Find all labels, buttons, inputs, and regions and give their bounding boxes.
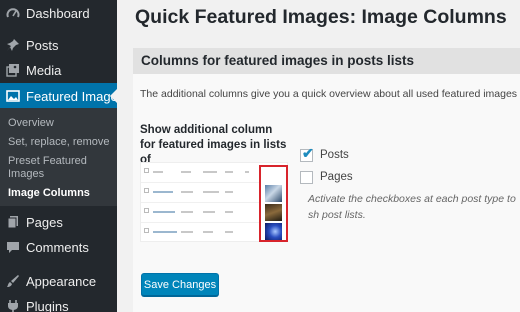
section-header: Columns for featured images in posts lis… — [133, 48, 520, 74]
sidebar-item-dashboard[interactable]: Dashboard — [0, 0, 117, 26]
sidebar-item-label: Plugins — [26, 298, 69, 312]
sidebar-item-plugins[interactable]: Plugins — [0, 293, 117, 312]
preview-text-line — [153, 211, 175, 213]
sidebar-item-posts[interactable]: Posts — [0, 32, 117, 58]
featured-images-submenu: Overview Set, replace, remove Preset Fea… — [0, 108, 117, 206]
settings-section: The additional columns give you a quick … — [133, 74, 520, 312]
sidebar-item-label: Pages — [26, 214, 63, 230]
submenu-item-overview[interactable]: Overview — [8, 117, 116, 130]
preview-text-line — [225, 231, 233, 233]
sidebar-item-label: Posts — [26, 37, 59, 53]
sidebar-item-pages[interactable]: Pages — [0, 209, 117, 235]
posts-checkbox-label[interactable]: Posts — [320, 149, 349, 161]
section-title: Columns for featured images in posts lis… — [141, 53, 415, 68]
media-icon — [6, 63, 20, 77]
sidebar-item-featured-images[interactable]: Featured Images — [0, 83, 124, 109]
pages-option: Pages — [300, 169, 353, 185]
preview-text-line — [153, 231, 177, 233]
preview-text-line — [203, 171, 217, 173]
preview-thumbnail — [265, 223, 282, 240]
preview-row — [141, 183, 261, 203]
main-content: Quick Featured Images: Image Columns Col… — [117, 0, 520, 312]
submenu-item-preset-featured-images[interactable]: Preset Featured Images — [8, 155, 116, 181]
image-column-highlight — [259, 165, 288, 242]
page-title: Quick Featured Images: Image Columns — [135, 6, 507, 28]
preview-row — [141, 223, 261, 243]
posts-option: ✔ Posts — [300, 145, 349, 163]
pages-checkbox-label[interactable]: Pages — [320, 171, 353, 183]
preview-text-line — [153, 191, 173, 193]
preview-text-line — [225, 211, 233, 213]
comment-icon — [6, 240, 20, 254]
admin-sidebar: Dashboard Posts Media Featured Images Ov… — [0, 0, 124, 312]
pages-icon — [6, 215, 20, 229]
preview-thumbnail — [265, 185, 282, 202]
preview-checkbox — [144, 188, 149, 193]
preview-thumbnail — [265, 204, 282, 221]
dashboard-icon — [6, 6, 20, 20]
preview-text-line — [225, 191, 233, 193]
preview-checkbox — [144, 228, 149, 233]
preview-text-line — [245, 171, 249, 173]
preview-text-line — [225, 171, 233, 173]
image-icon — [6, 89, 20, 103]
preview-text-line — [181, 171, 191, 173]
sidebar-item-media[interactable]: Media — [0, 57, 117, 83]
posts-checkbox[interactable]: ✔ — [300, 145, 314, 162]
sidebar-item-label: Dashboard — [26, 5, 90, 21]
brush-icon — [6, 274, 20, 288]
preview-text-line — [153, 171, 163, 173]
image-columns-preview — [140, 162, 288, 242]
preview-text-line — [181, 211, 193, 213]
submenu-item-image-columns[interactable]: Image Columns — [8, 187, 116, 200]
sidebar-item-appearance[interactable]: Appearance — [0, 268, 117, 294]
plug-icon — [6, 299, 20, 312]
submenu-item-set-replace-remove[interactable]: Set, replace, remove — [8, 136, 116, 149]
sidebar-item-label: Appearance — [26, 273, 97, 289]
sidebar-item-label: Media — [26, 62, 62, 78]
preview-checkbox — [144, 168, 149, 173]
preview-text-line — [203, 231, 213, 233]
sidebar-item-comments[interactable]: Comments — [0, 234, 117, 260]
save-changes-button[interactable]: Save Changes — [141, 273, 219, 296]
pin-icon — [6, 38, 20, 52]
sidebar-item-label: Comments — [26, 239, 89, 255]
preview-text-line — [203, 191, 219, 193]
preview-text-line — [181, 231, 193, 233]
preview-text-line — [203, 211, 215, 213]
help-text: Activate the checkboxes at each post typ… — [308, 193, 516, 221]
checkmark-icon: ✔ — [302, 144, 314, 161]
current-menu-arrow — [110, 89, 117, 103]
preview-header-row — [141, 163, 261, 183]
preview-checkbox — [144, 208, 149, 213]
intro-text: The additional columns give you a quick … — [140, 88, 520, 100]
preview-row — [141, 203, 261, 223]
preview-text-line — [181, 191, 193, 193]
pages-checkbox[interactable] — [300, 170, 313, 184]
